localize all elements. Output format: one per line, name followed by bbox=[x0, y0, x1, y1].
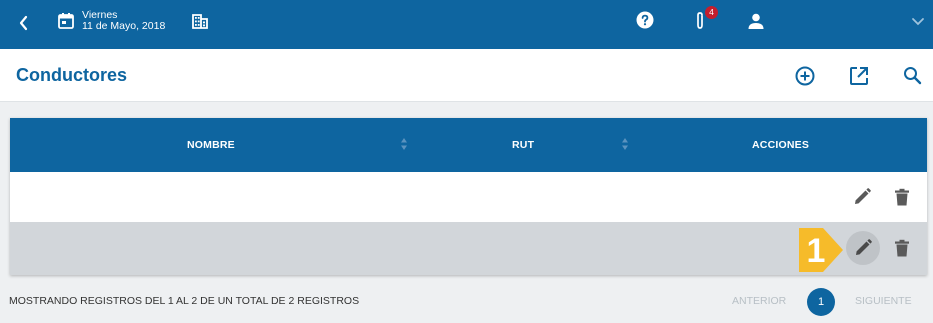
trash-icon[interactable] bbox=[892, 187, 912, 207]
pencil-icon[interactable] bbox=[853, 238, 873, 258]
step-marker: 1 bbox=[799, 228, 843, 272]
trash-icon[interactable] bbox=[892, 238, 912, 258]
column-header-nombre[interactable]: NOMBRE bbox=[187, 139, 235, 151]
pencil-icon[interactable] bbox=[852, 187, 872, 207]
open-in-new-icon[interactable] bbox=[848, 65, 870, 87]
column-header-acciones: ACCIONES bbox=[752, 139, 810, 151]
column-header-rut[interactable]: RUT bbox=[512, 139, 534, 151]
search-icon[interactable] bbox=[902, 65, 924, 87]
date-display[interactable]: Viernes 11 de Mayo, 2018 bbox=[82, 10, 165, 32]
pagination-next[interactable]: SIGUIENTE bbox=[855, 295, 912, 307]
help-icon[interactable] bbox=[636, 11, 654, 29]
add-circle-icon[interactable] bbox=[794, 65, 816, 87]
back-chevron-icon[interactable] bbox=[14, 12, 34, 34]
top-bar: Viernes 11 de Mayo, 2018 4 bbox=[0, 0, 933, 49]
conductores-table: NOMBRE RUT ACCIONES bbox=[10, 118, 927, 275]
table-header: NOMBRE RUT ACCIONES bbox=[10, 118, 927, 172]
date-full: 11 de Mayo, 2018 bbox=[82, 20, 166, 32]
calendar-icon[interactable] bbox=[57, 12, 75, 30]
page-header: Conductores bbox=[0, 49, 933, 102]
user-icon[interactable] bbox=[747, 12, 765, 30]
notification-badge: 4 bbox=[705, 6, 718, 19]
sort-icon[interactable] bbox=[621, 137, 629, 151]
table-row bbox=[10, 172, 927, 223]
step-number: 1 bbox=[807, 232, 826, 270]
page-title: Conductores bbox=[16, 65, 128, 85]
chevron-down-icon[interactable] bbox=[908, 13, 928, 31]
records-summary: MOSTRANDO REGISTROS DEL 1 AL 2 DE UN TOT… bbox=[9, 295, 360, 307]
pagination-current-page[interactable]: 1 bbox=[807, 288, 835, 316]
sort-icon[interactable] bbox=[400, 137, 408, 151]
table-row bbox=[10, 222, 927, 275]
pagination-previous[interactable]: ANTERIOR bbox=[732, 295, 786, 307]
building-icon[interactable] bbox=[191, 12, 209, 30]
